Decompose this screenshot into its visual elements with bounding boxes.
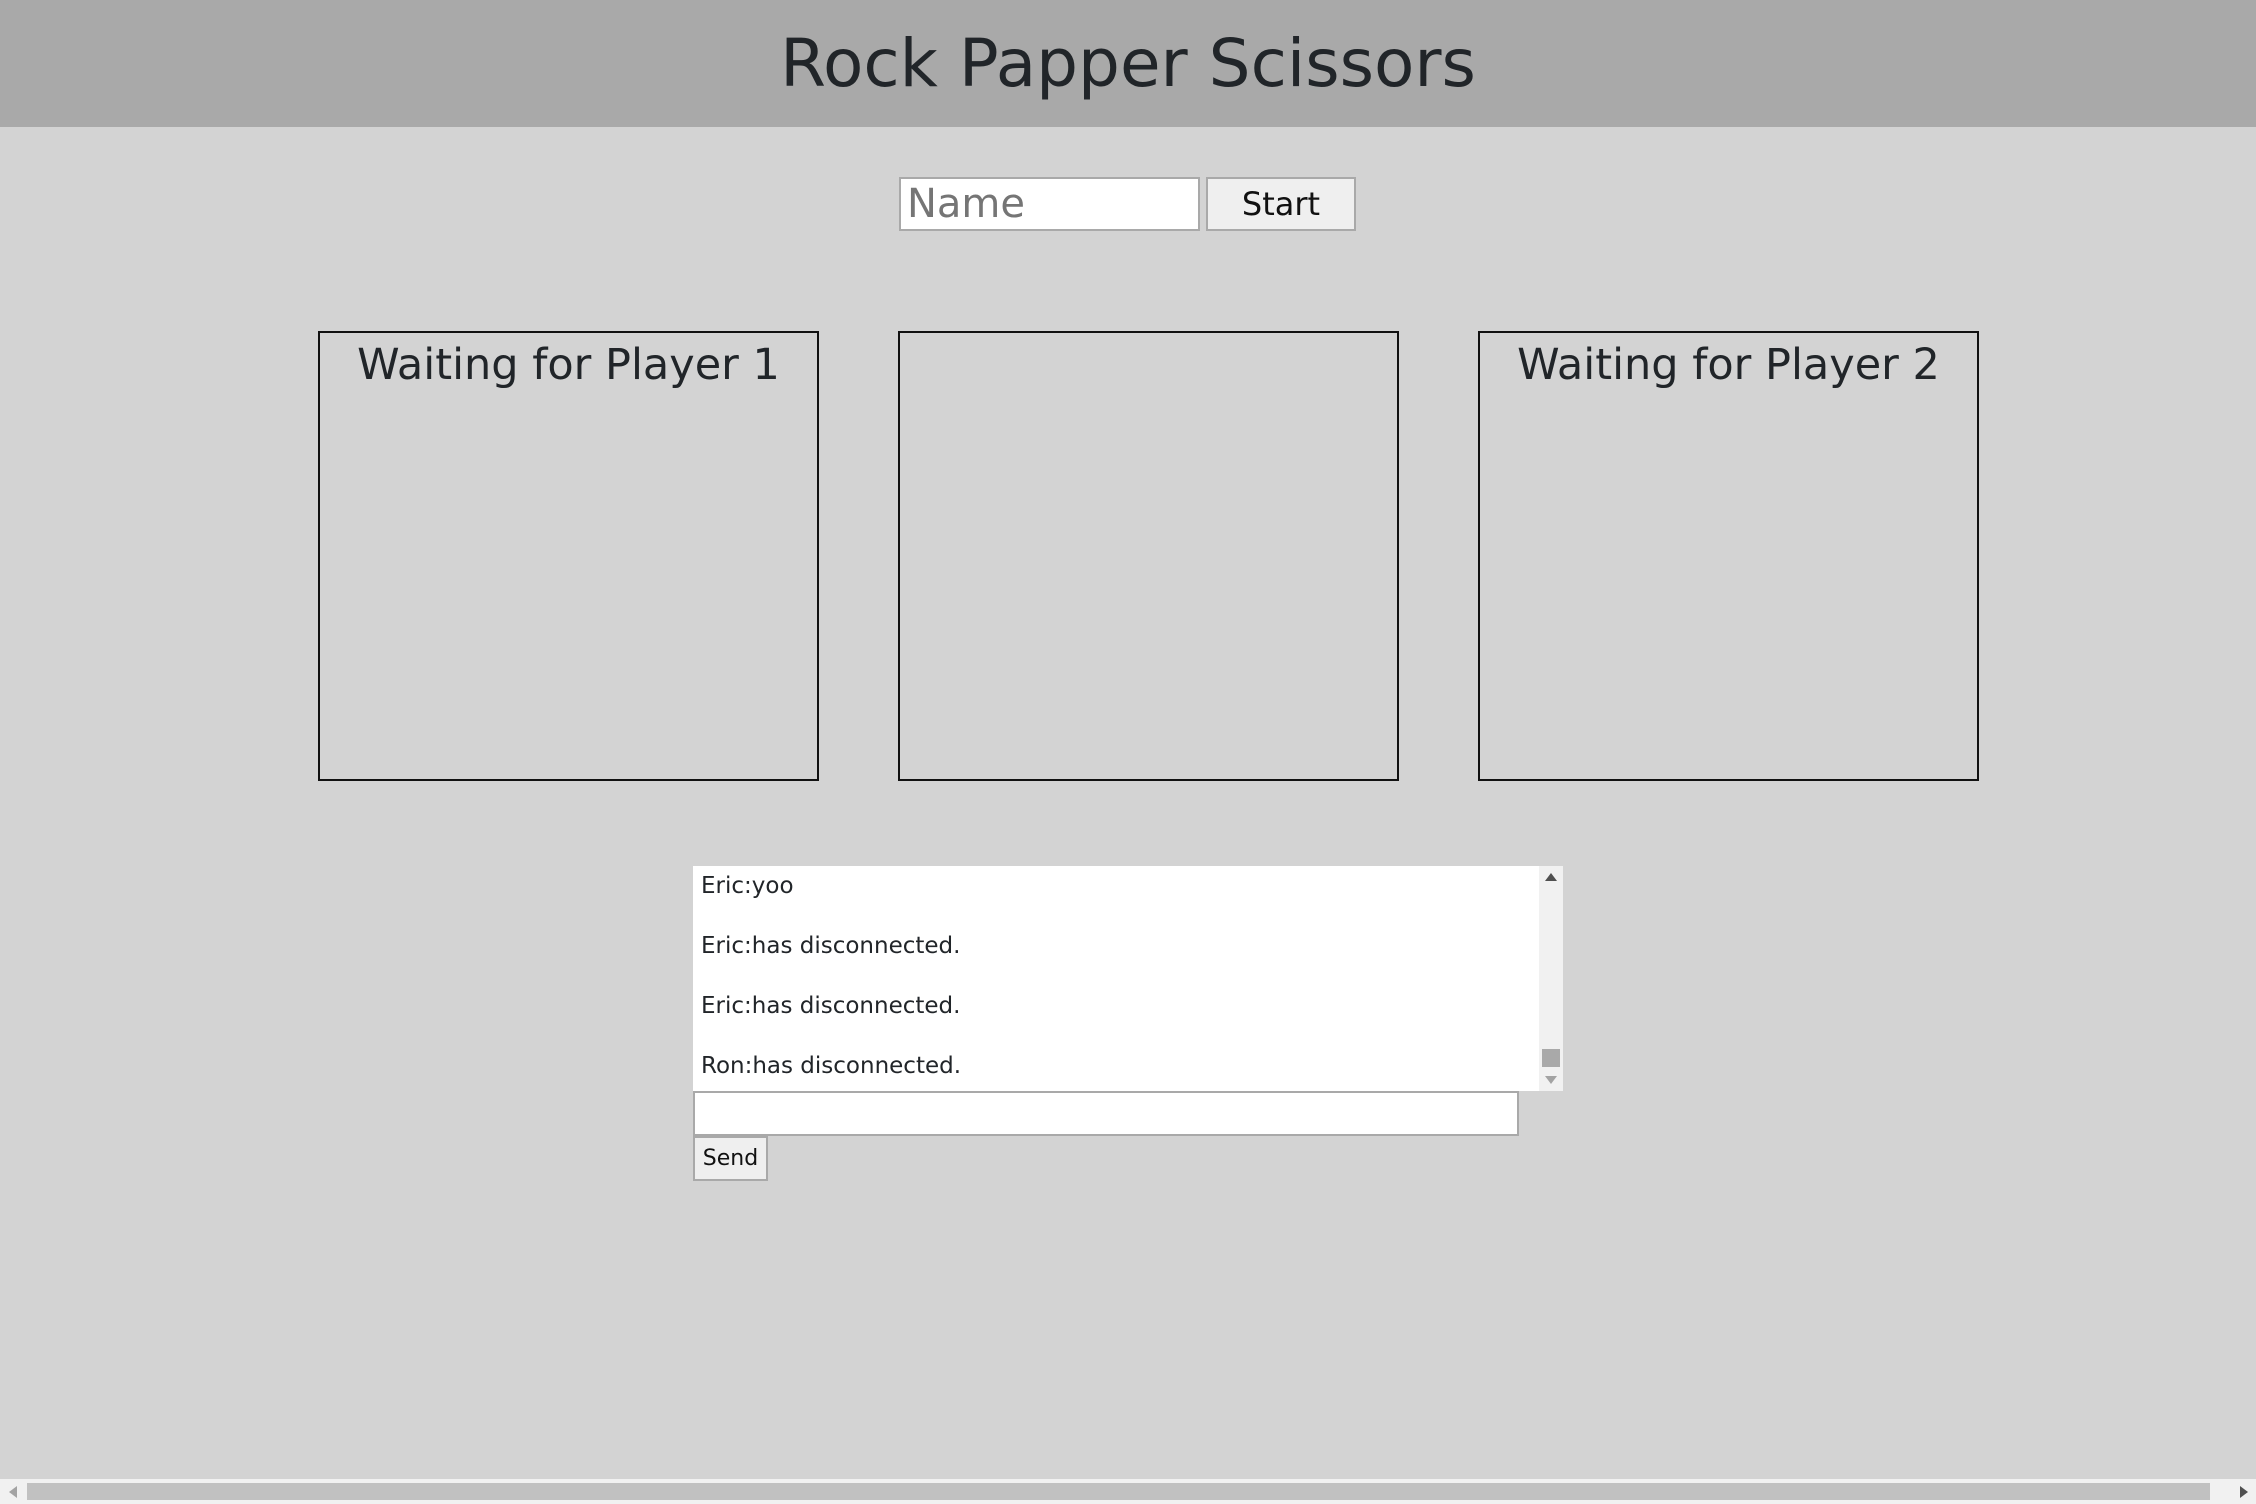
scroll-left-button[interactable] <box>0 1479 25 1504</box>
scroll-up-button[interactable] <box>1539 866 1563 888</box>
player2-status: Waiting for Player 2 <box>1517 340 1940 390</box>
header-bar: Rock Papper Scissors <box>0 0 2256 127</box>
triangle-left-icon <box>8 1485 17 1498</box>
result-panel <box>898 331 1399 781</box>
chat-log[interactable]: Eric:yoo Eric:has disconnected. Eric:has… <box>693 866 1563 1091</box>
player2-panel: Waiting for Player 2 <box>1478 331 1979 781</box>
chat-message: Eric:yoo <box>701 873 794 899</box>
player1-panel: Waiting for Player 1 <box>318 331 819 781</box>
horizontal-scroll-thumb[interactable] <box>27 1483 2210 1500</box>
page: Rock Papper Scissors Start Waiting for P… <box>0 0 2256 1504</box>
chat-message: Eric:has disconnected. <box>701 993 961 1019</box>
triangle-down-icon <box>1545 1076 1557 1084</box>
start-button[interactable]: Start <box>1206 177 1356 231</box>
player1-status: Waiting for Player 1 <box>357 340 780 390</box>
chat-messages: Eric:yoo Eric:has disconnected. Eric:has… <box>701 866 1531 1091</box>
chat-message: Eric:has disconnected. <box>701 933 961 959</box>
chat-scroll-thumb[interactable] <box>1542 1049 1560 1067</box>
triangle-up-icon <box>1545 873 1557 881</box>
scroll-right-button[interactable] <box>2231 1479 2256 1504</box>
chat-message-input[interactable] <box>693 1091 1519 1136</box>
name-input[interactable] <box>899 177 1200 231</box>
scroll-down-button[interactable] <box>1539 1069 1563 1091</box>
chat-scrollbar[interactable] <box>1539 866 1563 1091</box>
page-horizontal-scrollbar[interactable] <box>0 1479 2256 1504</box>
page-title: Rock Papper Scissors <box>780 25 1476 102</box>
triangle-right-icon <box>2239 1485 2248 1498</box>
chat-message: Ron:has disconnected. <box>701 1053 962 1079</box>
send-button[interactable]: Send <box>693 1136 768 1181</box>
